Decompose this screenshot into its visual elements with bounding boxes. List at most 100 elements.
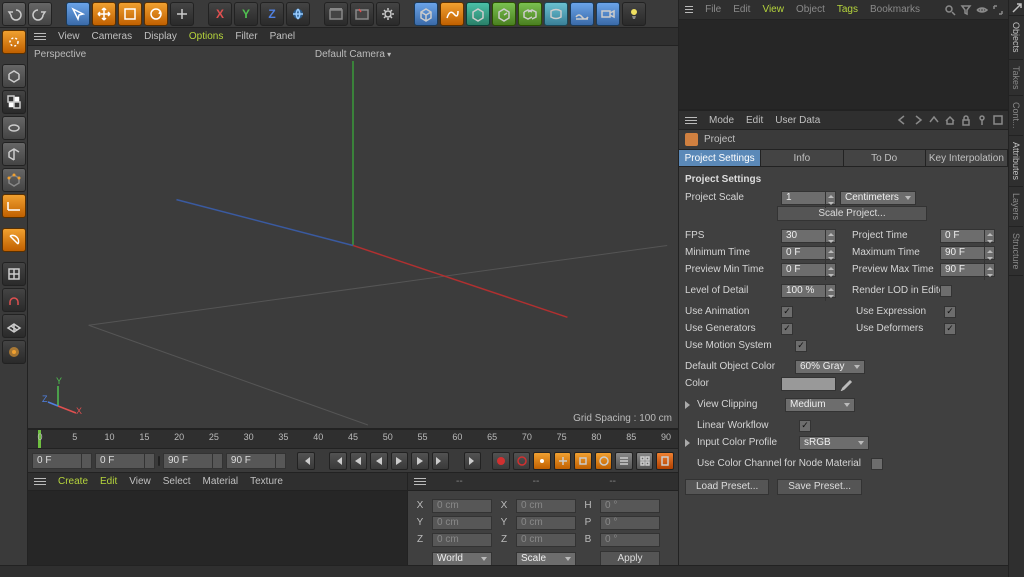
vp-menu-cameras[interactable]: Cameras [92, 31, 133, 42]
coord-scale-dropdown[interactable]: Scale [516, 552, 576, 566]
time-from-field[interactable]: 0 F [95, 453, 155, 469]
menu-icon[interactable] [414, 478, 426, 485]
coord-y-pos[interactable]: 0 cm [432, 516, 492, 530]
tab-takes[interactable]: Takes [1009, 60, 1023, 97]
project-scale-unit[interactable]: Centimeters [840, 191, 916, 205]
menu-edit[interactable]: Edit [100, 476, 117, 487]
filter-icon[interactable] [960, 4, 972, 16]
coord-h[interactable]: 0 ° [600, 499, 660, 513]
max-time-field[interactable]: 90 F [940, 246, 995, 260]
use-generators-checkbox[interactable] [781, 323, 793, 335]
move-tool[interactable] [92, 2, 116, 26]
use-motion-checkbox[interactable] [795, 340, 807, 352]
range-slider[interactable] [158, 456, 160, 466]
menu-file[interactable]: File [705, 4, 721, 15]
vp-menu-filter[interactable]: Filter [235, 31, 257, 42]
edge-mode[interactable] [2, 194, 26, 218]
model-mode[interactable] [2, 90, 26, 114]
project-scale-field[interactable]: 1 [781, 191, 836, 205]
menu-userdata[interactable]: User Data [775, 115, 820, 126]
vp-menu-view[interactable]: View [58, 31, 80, 42]
key-pla-button[interactable] [636, 452, 654, 470]
menu-icon[interactable] [34, 478, 46, 485]
expand-icon[interactable] [685, 439, 693, 447]
record-button[interactable] [492, 452, 510, 470]
tab-content[interactable]: Cont... [1009, 96, 1023, 136]
coord-z-size[interactable]: 0 cm [516, 533, 576, 547]
time-to-field[interactable]: 90 F [163, 453, 223, 469]
menu-icon[interactable] [34, 33, 46, 40]
menu-edit[interactable]: Edit [746, 115, 763, 126]
menu-icon[interactable] [685, 6, 693, 13]
input-color-profile-dropdown[interactable]: sRGB [799, 436, 869, 450]
view-clipping-dropdown[interactable]: Medium [785, 398, 855, 412]
menu-bookmarks[interactable]: Bookmarks [870, 4, 920, 15]
home-icon[interactable] [944, 114, 956, 126]
goto-end-button[interactable] [464, 452, 482, 470]
render-view-button[interactable] [324, 2, 348, 26]
coord-system[interactable] [286, 2, 310, 26]
coord-x-size[interactable]: 0 cm [516, 499, 576, 513]
menu-object[interactable]: Object [796, 4, 825, 15]
coord-p[interactable]: 0 ° [600, 516, 660, 530]
tab-key-interpolation[interactable]: Key Interpolation [926, 150, 1008, 166]
color-picker-icon[interactable] [840, 377, 854, 391]
tab-objects[interactable]: Objects [1009, 16, 1023, 60]
tab-attributes[interactable]: Attributes [1009, 136, 1023, 187]
render-picture-button[interactable] [350, 2, 374, 26]
popout-icon[interactable] [992, 114, 1004, 126]
coord-b[interactable]: 0 ° [600, 533, 660, 547]
load-preset-button[interactable]: Load Preset... [685, 479, 769, 495]
tab-project-settings[interactable]: Project Settings [679, 150, 761, 166]
linear-workflow-checkbox[interactable] [799, 420, 811, 432]
expand-icon[interactable] [685, 401, 693, 409]
workplane-mode[interactable] [2, 142, 26, 166]
nav-back-icon[interactable] [896, 114, 908, 126]
enable-axis[interactable] [2, 228, 26, 252]
next-frame-button[interactable] [411, 452, 429, 470]
key-scale-button[interactable] [574, 452, 592, 470]
play-button[interactable] [391, 452, 409, 470]
nav-fwd-icon[interactable] [912, 114, 924, 126]
y-axis-lock[interactable]: Y [234, 2, 258, 26]
key-pos-button[interactable] [554, 452, 572, 470]
vp-menu-options[interactable]: Options [189, 31, 223, 42]
nav-up-icon[interactable] [928, 114, 940, 126]
key-param-button[interactable] [615, 452, 633, 470]
use-animation-checkbox[interactable] [781, 306, 793, 318]
preview-min-field[interactable]: 0 F [781, 263, 836, 277]
vp-menu-display[interactable]: Display [144, 31, 177, 42]
coord-x-pos[interactable]: 0 cm [432, 499, 492, 513]
coord-space-dropdown[interactable]: World [432, 552, 492, 566]
last-tool[interactable] [170, 2, 194, 26]
next-key-button[interactable] [432, 452, 450, 470]
cube-primitive[interactable] [414, 2, 438, 26]
autokey-button[interactable] [513, 452, 531, 470]
expand-icon[interactable] [992, 4, 1004, 16]
select-tool[interactable] [66, 2, 90, 26]
scale-project-button[interactable]: Scale Project... [777, 206, 927, 221]
undo-button[interactable] [2, 2, 26, 26]
workplane-button[interactable] [2, 314, 26, 338]
menu-material[interactable]: Material [203, 476, 239, 487]
x-axis-lock[interactable]: X [208, 2, 232, 26]
generator-nurbs[interactable] [466, 2, 490, 26]
lod-field[interactable]: 100 % [781, 284, 836, 298]
eye-icon[interactable] [976, 4, 988, 16]
time-current-field[interactable]: 0 F [32, 453, 92, 469]
goto-start-button[interactable] [297, 452, 315, 470]
menu-select[interactable]: Select [163, 476, 191, 487]
tab-todo[interactable]: To Do [844, 150, 926, 166]
make-editable-button[interactable] [2, 64, 26, 88]
deformer-button[interactable] [544, 2, 568, 26]
vp-menu-panel[interactable]: Panel [270, 31, 296, 42]
corner-icon[interactable] [1009, 0, 1024, 16]
menu-mode[interactable]: Mode [709, 115, 734, 126]
use-deformers-checkbox[interactable] [944, 323, 956, 335]
camera-button[interactable] [596, 2, 620, 26]
menu-view[interactable]: View [129, 476, 151, 487]
menu-create[interactable]: Create [58, 476, 88, 487]
render-settings-button[interactable] [376, 2, 400, 26]
save-preset-button[interactable]: Save Preset... [777, 479, 862, 495]
render-lod-checkbox[interactable] [940, 285, 952, 297]
